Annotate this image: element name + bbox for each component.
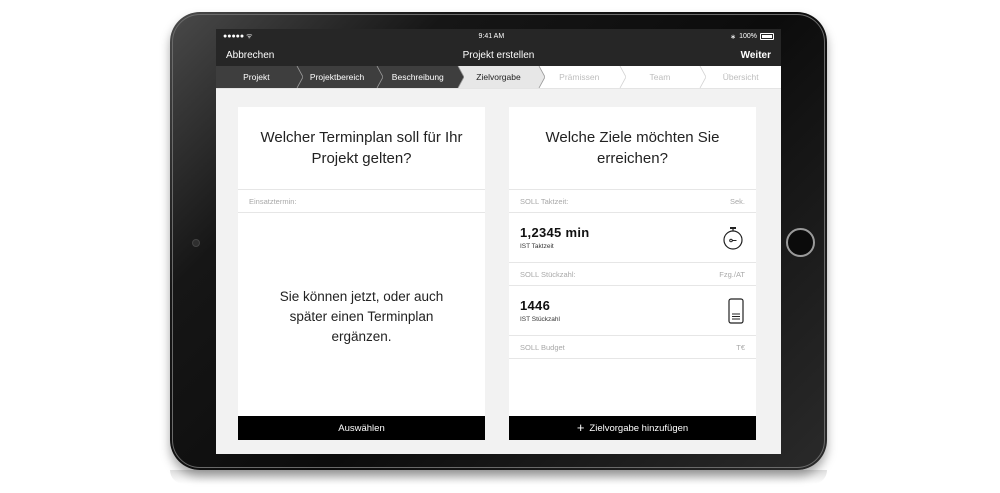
step-4[interactable]: Zielvorgabe (458, 66, 545, 88)
device-icon (728, 297, 744, 324)
stopwatch-icon (723, 226, 743, 250)
signal-icon: ●●●●● ᯤ (223, 33, 253, 40)
camera-icon (192, 239, 200, 247)
deployment-date-field[interactable]: Einsatztermin: (238, 190, 485, 213)
select-button-label: Auswählen (338, 422, 385, 434)
select-button[interactable]: Auswählen (238, 416, 485, 440)
schedule-card: Welcher Terminplan soll für Ihr Projekt … (238, 107, 485, 440)
target-budget-unit: T€ (736, 342, 745, 352)
next-button[interactable]: Weiter (741, 50, 771, 61)
step-label: Projekt (243, 72, 270, 82)
target-cycle-time-label: SOLL Taktzeit: (520, 196, 569, 206)
target-quantity-field[interactable]: SOLL Stückzahl: Fzg./AT (509, 263, 756, 286)
step-label: Übersicht (722, 72, 759, 82)
plus-icon: + (576, 420, 585, 435)
step-label: Prämissen (559, 72, 600, 82)
step-label: Zielvorgabe (476, 72, 521, 82)
chevron-right-icon (452, 66, 465, 88)
navigation-bar: Abbrechen Projekt erstellen Weiter (216, 44, 781, 66)
chevron-right-icon (532, 66, 545, 88)
actual-cycle-time-row: 1,2345 min IST Taktzeit (509, 213, 756, 263)
actual-cycle-time-label: IST Taktzeit (520, 243, 554, 250)
schedule-empty-text: Sie können jetzt, oder auch später einen… (279, 289, 444, 344)
step-2[interactable]: Projektbereich (296, 66, 384, 88)
bluetooth-icon: ∗ (730, 33, 737, 41)
screen: ●●●●● ᯤ 9:41 AM ∗ 100% Abbrechen Projekt… (216, 29, 781, 454)
step-7[interactable]: Übersicht (700, 66, 781, 88)
actual-quantity-row: 1446 IST Stückzahl (509, 286, 756, 336)
step-5[interactable]: Prämissen (539, 66, 626, 88)
chevron-right-icon (371, 66, 384, 88)
target-quantity-unit: Fzg./AT (719, 269, 745, 279)
goals-question: Welche Ziele möchten Sie erreichen? (509, 107, 756, 190)
target-cycle-time-field[interactable]: SOLL Taktzeit: Sek. (509, 190, 756, 213)
target-budget-label: SOLL Budget (520, 342, 565, 352)
home-button[interactable] (786, 228, 815, 257)
status-bar: ●●●●● ᯤ 9:41 AM ∗ 100% (216, 29, 781, 44)
chevron-right-icon (619, 66, 626, 88)
step-6[interactable]: Team (620, 66, 707, 88)
cancel-button[interactable]: Abbrechen (226, 50, 274, 61)
target-quantity-label: SOLL Stückzahl: (520, 269, 576, 279)
step-label: Beschreibung (391, 72, 444, 82)
status-time: 9:41 AM (478, 33, 505, 40)
target-budget-field[interactable]: SOLL Budget T€ (509, 336, 756, 359)
step-label: Team (649, 72, 671, 82)
step-1[interactable]: Projekt (216, 66, 303, 88)
schedule-question: Welcher Terminplan soll für Ihr Projekt … (238, 107, 485, 190)
battery-icon (759, 33, 774, 40)
add-goal-button-label: Zielvorgabe hinzufügen (589, 422, 689, 434)
page-title: Projekt erstellen (462, 49, 535, 61)
chevron-right-icon (699, 66, 707, 88)
actual-quantity-label: IST Stückzahl (520, 316, 560, 323)
deployment-date-label: Einsatztermin: (249, 196, 297, 206)
step-3[interactable]: Beschreibung (377, 66, 465, 88)
step-label: Projektbereich (309, 72, 365, 82)
chevron-right-icon (290, 66, 303, 88)
goals-card: Welche Ziele möchten Sie erreichen? SOLL… (509, 107, 756, 440)
step-progress: Projekt Projektbereich Beschreibung Zielvor… (216, 66, 781, 89)
actual-quantity-value: 1446 (520, 298, 551, 313)
tablet-reflection (170, 470, 827, 484)
target-cycle-time-unit: Sek. (729, 196, 745, 206)
add-goal-button[interactable]: + Zielvorgabe hinzufügen (509, 416, 756, 440)
battery-percent: 100% (739, 33, 757, 40)
actual-cycle-time-value: 1,2345 min (520, 225, 590, 240)
